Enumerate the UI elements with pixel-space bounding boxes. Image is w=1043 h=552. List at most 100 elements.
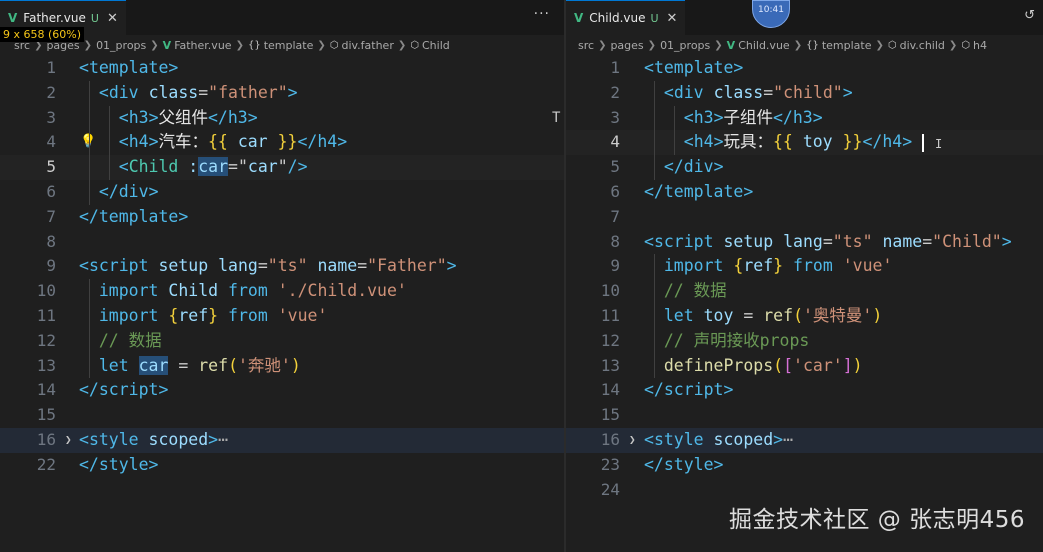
code-text[interactable]: // 数据: [644, 279, 727, 304]
code-line[interactable]: 10 // 数据: [566, 279, 1043, 304]
code-text[interactable]: <div class="child">: [644, 81, 853, 106]
breadcrumb-item[interactable]: 01_props: [660, 39, 710, 52]
fold-chevron-icon[interactable]: ❯: [65, 428, 72, 453]
code-line[interactable]: 5 </div>: [566, 155, 1043, 180]
line-number[interactable]: 14: [566, 378, 620, 403]
code-text[interactable]: </div>: [79, 180, 159, 205]
code-line[interactable]: 7 </template>: [0, 205, 564, 230]
code-text[interactable]: <h3>子组件</h3>: [644, 106, 823, 131]
breadcrumb-item[interactable]: src: [578, 39, 594, 52]
line-number[interactable]: 2: [566, 81, 620, 106]
line-number[interactable]: 24: [566, 478, 620, 503]
breadcrumb-item[interactable]: template: [822, 39, 872, 52]
breadcrumb-item[interactable]: Child.vue: [738, 39, 790, 52]
code-text[interactable]: </div>: [644, 155, 724, 180]
line-number[interactable]: 7: [0, 205, 56, 230]
line-number[interactable]: 10: [0, 279, 56, 304]
code-line[interactable]: 7: [566, 205, 1043, 230]
code-line[interactable]: 12 // 声明接收props: [566, 329, 1043, 354]
line-number[interactable]: 4: [0, 130, 56, 155]
code-text[interactable]: <h4>玩具：{{ toy }}</h4>: [644, 130, 925, 155]
code-text[interactable]: </style>: [79, 453, 158, 478]
line-number[interactable]: 5: [0, 155, 56, 180]
code-line[interactable]: 13 defineProps(['car']): [566, 354, 1043, 379]
more-actions-icon[interactable]: ···: [534, 6, 550, 22]
line-number[interactable]: 12: [566, 329, 620, 354]
line-number[interactable]: 6: [0, 180, 56, 205]
code-text[interactable]: import Child from './Child.vue': [79, 279, 407, 304]
line-number[interactable]: 23: [566, 453, 620, 478]
line-number[interactable]: 3: [0, 106, 56, 131]
code-text[interactable]: <script setup lang="ts" name="Child">: [644, 230, 1012, 255]
line-number[interactable]: 1: [566, 56, 620, 81]
code-line[interactable]: 2 <div class="child">: [566, 81, 1043, 106]
line-number[interactable]: 9: [566, 254, 620, 279]
code-text[interactable]: // 数据: [79, 329, 162, 354]
breadcrumb-item[interactable]: pages: [610, 39, 643, 52]
line-number[interactable]: 3: [566, 106, 620, 131]
line-number[interactable]: 22: [0, 453, 56, 478]
code-line[interactable]: 15: [566, 403, 1043, 428]
line-number[interactable]: 13: [566, 354, 620, 379]
code-line[interactable]: 8 <script setup lang="ts" name="Child">: [566, 230, 1043, 255]
code-line[interactable]: 15: [0, 403, 564, 428]
code-text[interactable]: </template>: [79, 205, 188, 230]
line-number[interactable]: 2: [0, 81, 56, 106]
code-line[interactable]: 9 <script setup lang="ts" name="Father">: [0, 254, 564, 279]
code-line[interactable]: 8: [0, 230, 564, 255]
breadcrumb-item[interactable]: div.child: [900, 39, 945, 52]
code-line[interactable]: 23 </style>: [566, 453, 1043, 478]
code-line[interactable]: 16 ❯ <style scoped>⋯: [566, 428, 1043, 453]
line-number[interactable]: 9: [0, 254, 56, 279]
line-number[interactable]: 6: [566, 180, 620, 205]
code-text[interactable]: let car = ref('奔驰'): [79, 354, 301, 379]
code-line[interactable]: 3 <h3>子组件</h3>: [566, 106, 1043, 131]
tab-child-vue[interactable]: V Child.vue U ✕: [566, 0, 686, 35]
history-icon[interactable]: ↺: [1024, 8, 1035, 23]
code-text[interactable]: <div class="father">: [79, 81, 298, 106]
code-text[interactable]: import {ref} from 'vue': [79, 304, 328, 329]
breadcrumb-item[interactable]: template: [264, 39, 314, 52]
close-icon[interactable]: ✕: [107, 11, 118, 26]
line-number[interactable]: 12: [0, 329, 56, 354]
line-number[interactable]: 8: [566, 230, 620, 255]
code-line[interactable]: 1 <template>: [0, 56, 564, 81]
code-text[interactable]: <template>: [79, 56, 178, 81]
line-number[interactable]: 14: [0, 378, 56, 403]
breadcrumb-item[interactable]: Child: [422, 39, 450, 52]
editor-pane-father[interactable]: V Father.vue U ✕ ··· src ❯ pages ❯ 01_prop…: [0, 0, 564, 552]
code-text[interactable]: <style scoped>⋯: [79, 428, 228, 453]
line-number[interactable]: 15: [0, 403, 56, 428]
code-text[interactable]: // 声明接收props: [644, 329, 809, 354]
fold-chevron-icon[interactable]: ❯: [629, 428, 636, 453]
breadcrumb-item[interactable]: Father.vue: [174, 39, 231, 52]
breadcrumb-item[interactable]: 01_props: [96, 39, 146, 52]
code-line[interactable]: 10 import Child from './Child.vue': [0, 279, 564, 304]
code-line[interactable]: 6 </template>: [566, 180, 1043, 205]
code-text[interactable]: defineProps(['car']): [644, 354, 863, 379]
code-line[interactable]: 13 let car = ref('奔驰'): [0, 354, 564, 379]
code-line[interactable]: 24: [566, 478, 1043, 503]
code-text[interactable]: </script>: [644, 378, 733, 403]
code-line[interactable]: 12 // 数据: [0, 329, 564, 354]
code-text[interactable]: <Child :car="car"/>: [79, 155, 308, 180]
code-line[interactable]: 14 </script>: [566, 378, 1043, 403]
line-number[interactable]: 1: [0, 56, 56, 81]
code-line[interactable]: 2 <div class="father">: [0, 81, 564, 106]
line-number[interactable]: 8: [0, 230, 56, 255]
line-number[interactable]: 16: [0, 428, 56, 453]
code-text[interactable]: import {ref} from 'vue': [644, 254, 893, 279]
code-line[interactable]: 9 import {ref} from 'vue': [566, 254, 1043, 279]
code-line[interactable]: 11 import {ref} from 'vue': [0, 304, 564, 329]
code-line[interactable]: 1 <template>: [566, 56, 1043, 81]
line-number[interactable]: 11: [0, 304, 56, 329]
code-text[interactable]: let toy = ref('奥特曼'): [644, 304, 882, 329]
code-line[interactable]: 11 let toy = ref('奥特曼'): [566, 304, 1043, 329]
code-text[interactable]: <h4>汽车：{{ car }}</h4>: [79, 130, 347, 155]
code-line[interactable]: 16 ❯ <style scoped>⋯: [0, 428, 564, 453]
line-number[interactable]: 13: [0, 354, 56, 379]
line-number[interactable]: 5: [566, 155, 620, 180]
code-text[interactable]: <script setup lang="ts" name="Father">: [79, 254, 457, 279]
code-line[interactable]: 4 <h4>玩具：{{ toy }}</h4>: [566, 130, 1043, 156]
line-number[interactable]: 11: [566, 304, 620, 329]
